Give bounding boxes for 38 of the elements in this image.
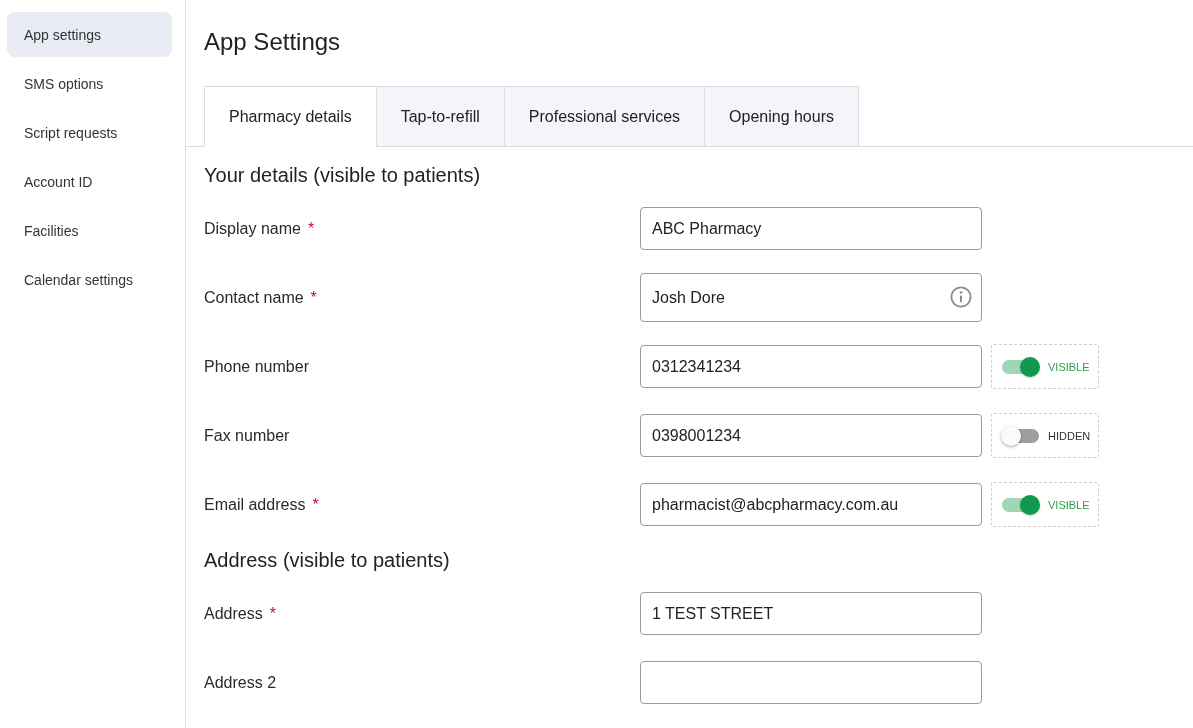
field-label: Address 2	[204, 673, 277, 692]
sidebar-item[interactable]: Calendar settings	[7, 257, 172, 302]
page-title: App Settings	[204, 27, 342, 57]
required-mark: *	[269, 604, 276, 623]
sidebar-item[interactable]: SMS options	[7, 61, 172, 106]
required-mark: *	[312, 495, 319, 514]
required-mark: *	[310, 288, 317, 307]
sidebar-item[interactable]: Script requests	[7, 110, 172, 155]
field-label: Contact name	[204, 288, 304, 307]
field-label: Email address	[204, 495, 306, 514]
toggle-switch[interactable]	[1001, 493, 1040, 516]
field-label: Display name	[204, 219, 301, 238]
text-field[interactable]: pharmacist@abcpharmacy.com.au	[640, 483, 982, 526]
text-field[interactable]: 0312341234	[640, 345, 982, 388]
toggle-switch[interactable]	[1001, 424, 1040, 447]
text-field[interactable]	[640, 661, 982, 704]
field-label: Address	[204, 604, 263, 623]
tab[interactable]: Professional services	[504, 86, 706, 146]
section-heading: Address (visible to patients)	[204, 548, 451, 573]
text-field[interactable]: 0398001234	[640, 414, 982, 457]
visibility-label: HIDDEN	[1048, 429, 1091, 442]
section-heading: Your details (visible to patients)	[204, 163, 482, 188]
field-label: Phone number	[204, 357, 309, 376]
tab[interactable]: Pharmacy details	[204, 86, 377, 147]
tab[interactable]: Opening hours	[705, 86, 859, 146]
sidebar-item[interactable]: Facilities	[7, 208, 172, 253]
required-mark: *	[307, 219, 315, 238]
text-field[interactable]: Josh Dore	[640, 273, 982, 322]
sidebar-item[interactable]: App settings	[7, 12, 172, 57]
field-label: Fax number	[204, 426, 290, 445]
text-field[interactable]: ABC Pharmacy	[640, 207, 982, 250]
sidebar-item[interactable]: Account ID	[7, 159, 172, 204]
text-field[interactable]: 1 TEST STREET	[640, 592, 982, 635]
visibility-label: VISIBLE	[1048, 498, 1090, 511]
tab[interactable]: Tap-to-refill	[376, 86, 505, 146]
info-icon[interactable]	[950, 286, 972, 308]
visibility-label: VISIBLE	[1048, 360, 1090, 373]
toggle-switch[interactable]	[1001, 355, 1040, 378]
